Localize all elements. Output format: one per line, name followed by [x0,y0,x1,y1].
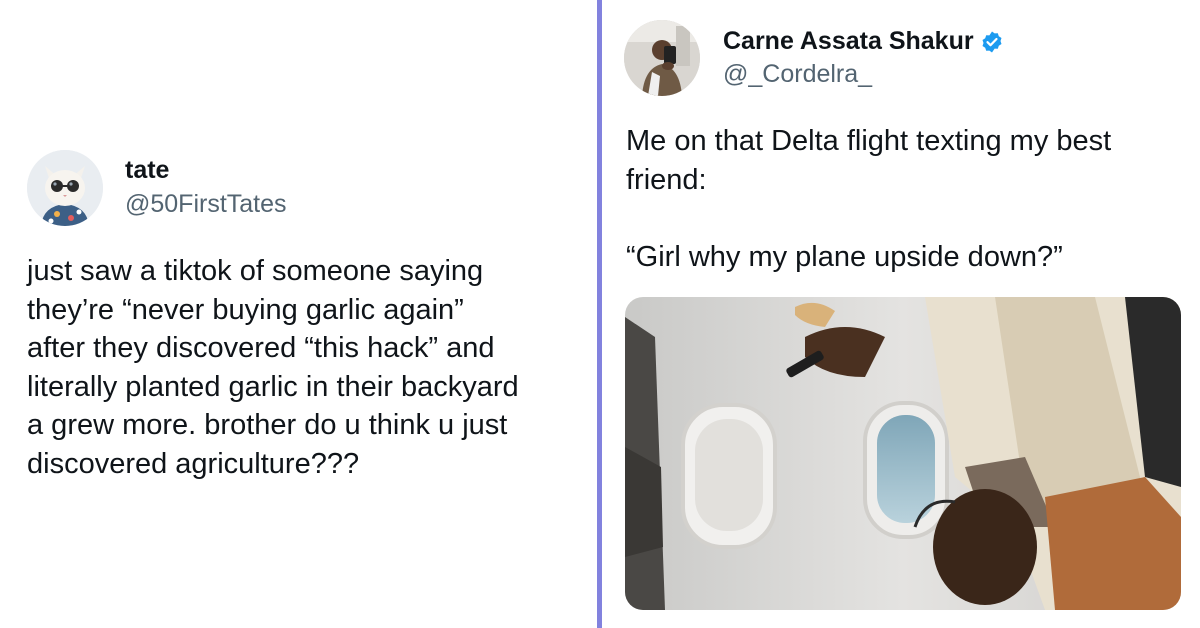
left-handle[interactable]: @50FirstTates [125,190,287,219]
left-display-name[interactable]: tate [125,156,169,185]
right-name-row: Carne Assata Shakur [723,27,1004,56]
left-tweet-text: just saw a tiktok of someone saying they… [27,255,519,480]
verified-badge-icon [982,31,1002,52]
upside-down-airplane-photo[interactable] [625,297,1181,610]
selfie-avatar-icon[interactable] [624,20,700,96]
right-handle[interactable]: @_Cordelra_ [723,60,872,89]
right-display-name[interactable]: Carne Assata Shakur [723,27,974,56]
cat-avatar-icon[interactable] [27,150,103,226]
column-divider [597,0,602,628]
right-tweet-text: Me on that Delta flight texting my best … [626,125,1112,273]
